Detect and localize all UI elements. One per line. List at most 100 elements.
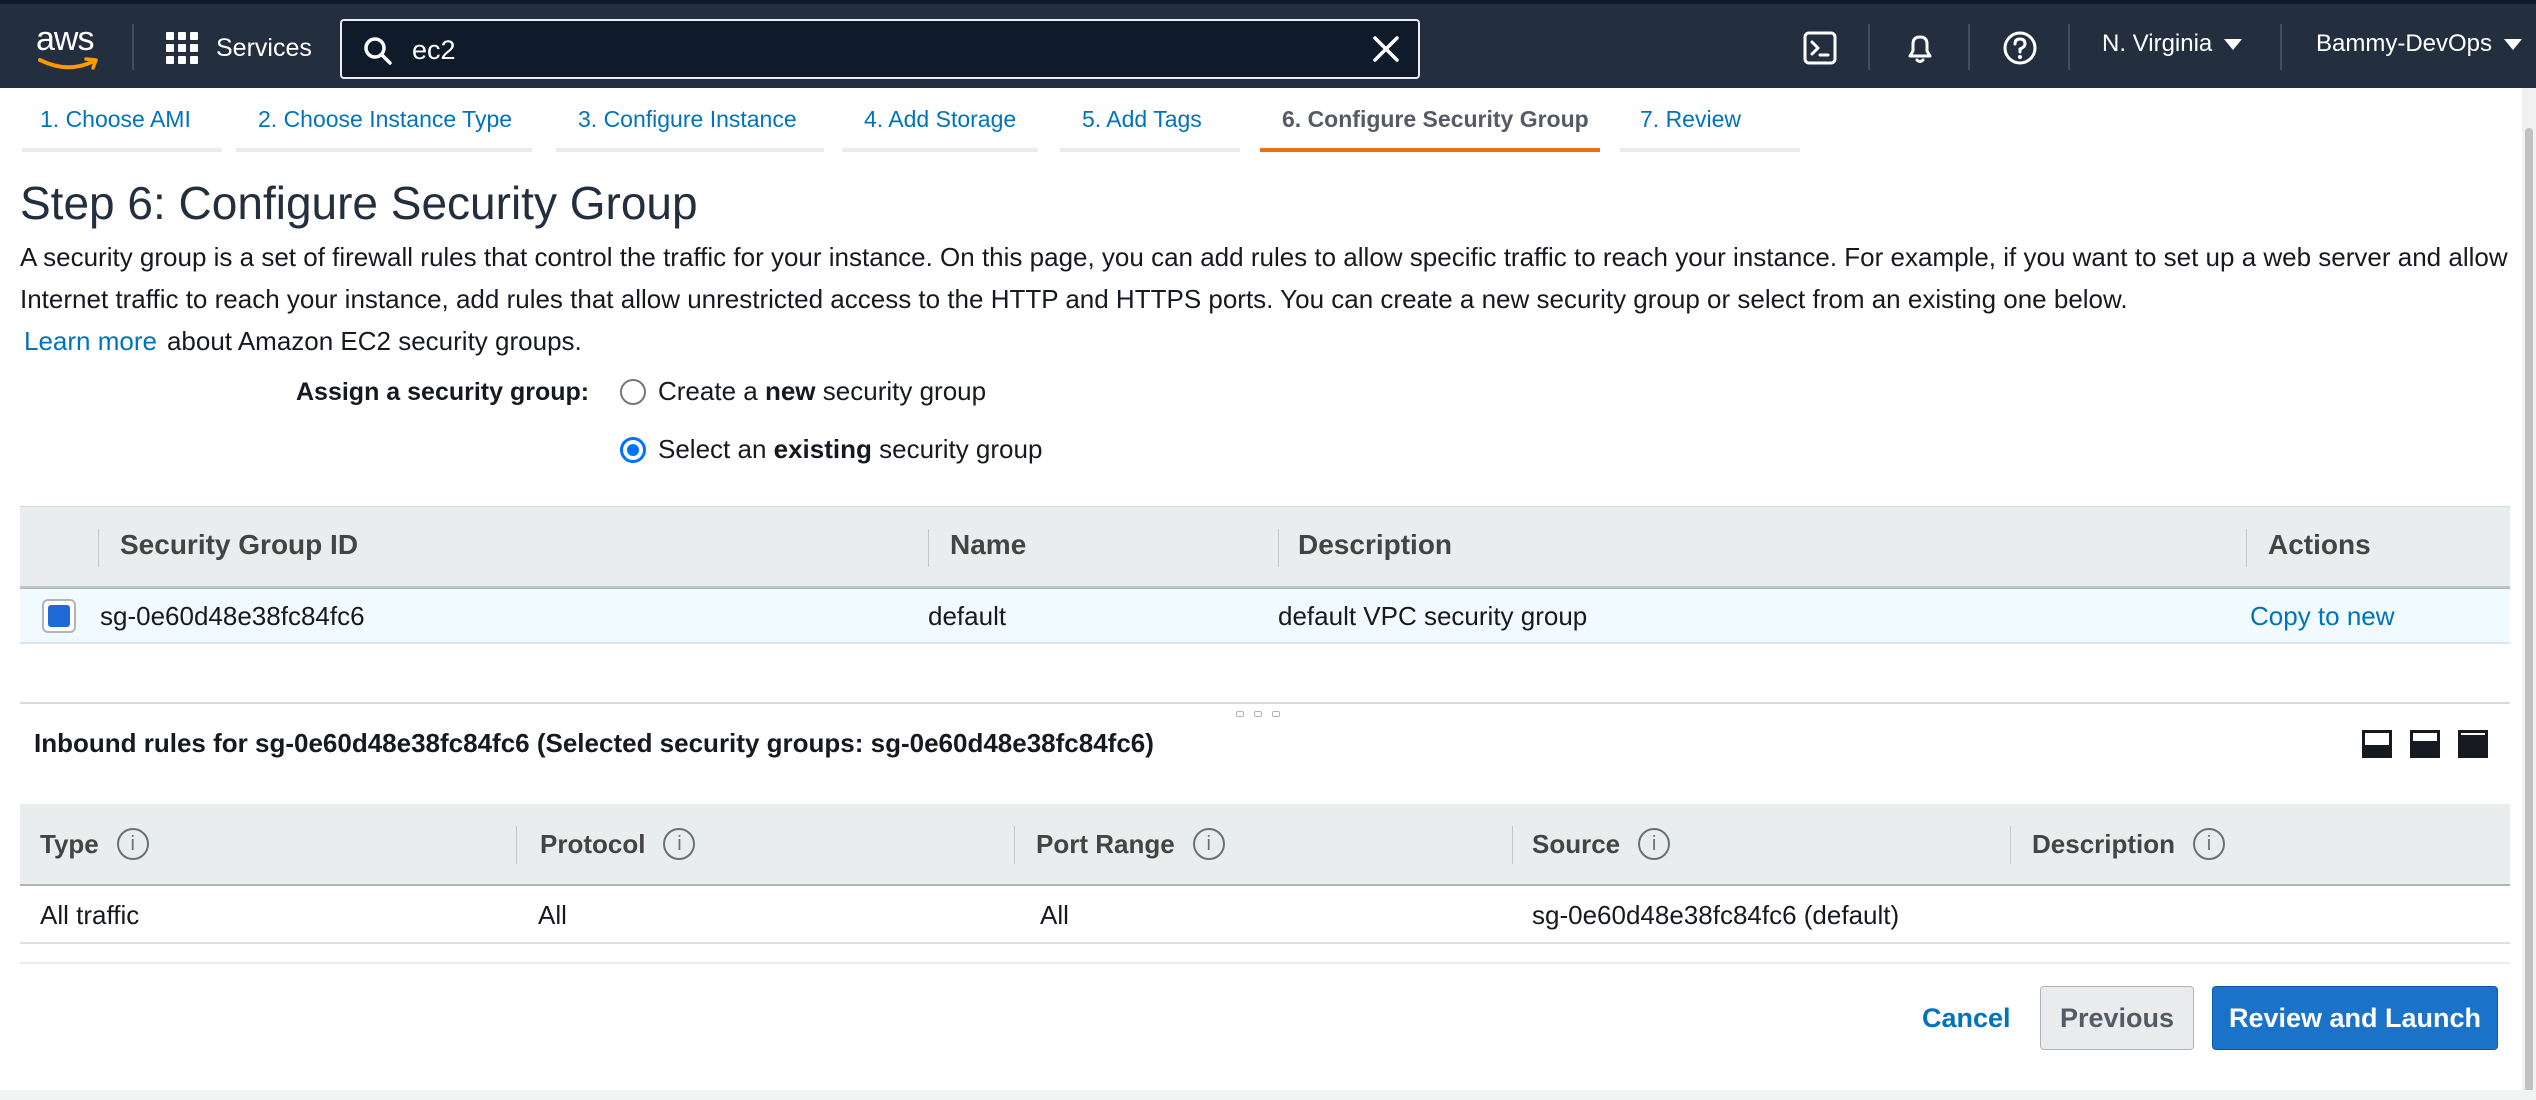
cell-name: default <box>928 601 1007 631</box>
page-title: Step 6: Configure Security Group <box>20 177 698 229</box>
info-icon[interactable]: i <box>663 828 696 860</box>
security-groups-table: Security Group ID Name Description Actio… <box>20 506 2510 644</box>
aws-smile-icon <box>38 57 98 70</box>
inbound-rules-title: Inbound rules for sg-0e60d48e38fc84fc6 (… <box>34 728 1154 758</box>
table-row: All traffic All All sg-0e60d48e38fc84fc6… <box>20 886 2510 944</box>
column-divider <box>2246 529 2247 567</box>
header-protocol-label: Protocol <box>540 828 646 859</box>
apps-grid-icon <box>166 32 198 64</box>
bottom-edge <box>0 1090 2536 1100</box>
tab-configure-instance[interactable]: 3. Configure Instance <box>556 88 824 152</box>
table-header: Security Group ID Name Description Actio… <box>20 506 2510 588</box>
radio-existing-prefix: Select an <box>658 434 767 464</box>
drag-handle-icon[interactable] <box>1236 711 1280 717</box>
help-icon[interactable] <box>2000 28 2040 68</box>
page-description: A security group is a set of firewall ru… <box>20 236 2520 362</box>
tab-choose-instance-type[interactable]: 2. Choose Instance Type <box>236 88 532 152</box>
caret-down-icon <box>2504 38 2523 50</box>
top-navigation-bar: aws Services ec2 N. Virginia Bammy-DevOp… <box>0 0 2536 88</box>
column-divider <box>1512 826 1513 864</box>
cell-protocol: All <box>538 900 567 930</box>
radio-existing-bold: existing <box>773 434 872 464</box>
radio-create-new-security-group[interactable]: Create a new security group <box>620 376 986 407</box>
assign-security-group-label: Assign a security group: <box>296 378 590 406</box>
info-icon[interactable]: i <box>116 828 149 860</box>
cell-description: default VPC security group <box>1278 601 1588 631</box>
radio-new-bold: new <box>764 376 816 406</box>
footer-divider <box>20 962 2510 964</box>
layout-split-icon[interactable] <box>2410 730 2440 758</box>
header-port-range-label: Port Range <box>1036 828 1175 859</box>
radio-existing-suffix: security group <box>879 434 1043 464</box>
nav-divider <box>1968 24 1970 70</box>
scrollbar-thumb[interactable] <box>2525 128 2533 1100</box>
header-security-group-id[interactable]: Security Group ID <box>120 529 358 561</box>
table-row[interactable]: sg-0e60d48e38fc84fc6 default default VPC… <box>20 588 2510 644</box>
nav-divider <box>1868 24 1870 70</box>
column-divider <box>928 529 929 567</box>
header-actions: Actions <box>2268 529 2371 560</box>
learn-more-suffix: about Amazon EC2 security groups. <box>166 326 582 356</box>
header-protocol: Protocol i <box>540 828 696 860</box>
radio-button-existing[interactable] <box>620 436 646 463</box>
row-checkbox[interactable] <box>42 599 76 633</box>
search-input[interactable] <box>412 29 1312 71</box>
learn-more-link[interactable]: Learn more <box>24 326 157 356</box>
column-divider <box>98 529 99 567</box>
info-icon[interactable]: i <box>1192 828 1225 860</box>
aws-logo[interactable]: aws <box>36 22 102 72</box>
column-divider <box>1014 826 1015 864</box>
page-scrollbar[interactable] <box>2522 88 2536 1100</box>
wizard-steps: 1. Choose AMI 2. Choose Instance Type 3.… <box>0 88 2536 152</box>
layout-top-icon[interactable] <box>2458 730 2488 758</box>
search-box[interactable] <box>340 19 1420 79</box>
column-divider <box>1278 529 1279 567</box>
close-icon[interactable] <box>1370 33 1402 65</box>
nav-divider <box>2068 24 2070 70</box>
tab-choose-ami[interactable]: 1. Choose AMI <box>22 88 222 152</box>
cell-type: All traffic <box>40 900 140 930</box>
radio-select-existing-security-group[interactable]: Select an existing security group <box>620 434 1042 465</box>
inbound-rules-table: Type i Protocol i Port Range i Source i Desc… <box>20 804 2510 944</box>
account-label: Bammy-DevOps <box>2316 30 2493 57</box>
services-menu-button[interactable]: Services <box>166 28 312 68</box>
cell-security-group-id: sg-0e60d48e38fc84fc6 <box>100 601 365 631</box>
cancel-button[interactable]: Cancel <box>1906 986 2027 1050</box>
header-source-label: Source <box>1532 828 1621 859</box>
copy-to-new-link[interactable]: Copy to new <box>2250 601 2395 632</box>
info-icon[interactable]: i <box>2193 828 2226 860</box>
radio-new-suffix: security group <box>822 376 987 406</box>
aws-logo-text: aws <box>36 20 94 58</box>
services-label: Services <box>216 33 312 62</box>
region-selector[interactable]: N. Virginia <box>2102 30 2243 58</box>
cloudshell-icon[interactable] <box>1800 28 1840 68</box>
header-description: Description i <box>2032 828 2226 860</box>
header-port-range: Port Range i <box>1036 828 1225 860</box>
tab-review[interactable]: 7. Review <box>1620 88 1800 152</box>
header-type-label: Type <box>40 828 99 859</box>
bell-icon[interactable] <box>1900 28 1940 68</box>
header-description[interactable]: Description <box>1298 529 1452 561</box>
header-type: Type i <box>40 828 149 860</box>
cell-source: sg-0e60d48e38fc84fc6 (default) <box>1532 900 1900 930</box>
search-icon <box>364 37 392 65</box>
header-source: Source i <box>1532 828 1671 860</box>
previous-button[interactable]: Previous <box>2040 986 2194 1050</box>
radio-new-prefix: Create a <box>658 376 758 406</box>
account-menu[interactable]: Bammy-DevOps <box>2316 30 2523 58</box>
tab-configure-security-group[interactable]: 6. Configure Security Group <box>1260 88 1600 152</box>
header-description-label: Description <box>2032 828 2176 859</box>
tab-add-tags[interactable]: 5. Add Tags <box>1060 88 1240 152</box>
caret-down-icon <box>2224 38 2243 50</box>
review-and-launch-button[interactable]: Review and Launch <box>2212 986 2498 1050</box>
header-name[interactable]: Name <box>950 529 1026 561</box>
info-icon[interactable]: i <box>1638 828 1671 860</box>
layout-bottom-icon[interactable] <box>2362 730 2392 758</box>
description-text: A security group is a set of firewall ru… <box>20 242 2508 314</box>
radio-button-new[interactable] <box>620 378 646 405</box>
tab-add-storage[interactable]: 4. Add Storage <box>842 88 1038 152</box>
nav-divider <box>2280 24 2282 70</box>
panel-splitter[interactable] <box>20 702 2510 704</box>
column-divider <box>2010 826 2011 864</box>
column-divider <box>516 826 517 864</box>
